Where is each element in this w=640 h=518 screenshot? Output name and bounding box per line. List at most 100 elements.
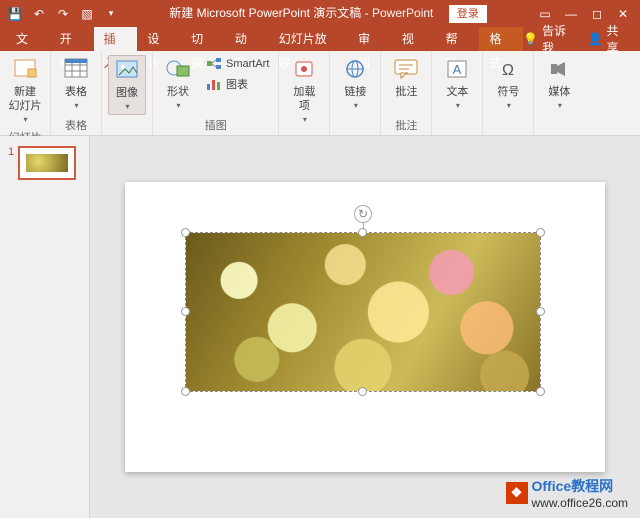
watermark-suffix: 教程网 — [571, 478, 613, 494]
resize-handle-bm[interactable] — [358, 387, 367, 396]
new-slide-button[interactable]: 新建 幻灯片 ▾ — [6, 55, 44, 127]
start-from-beginning-icon[interactable]: ▧ — [78, 5, 96, 23]
group-label-comments: 批注 — [395, 117, 417, 133]
close-icon[interactable]: ✕ — [614, 5, 632, 23]
group-addins: 加载 项 ▾ — [279, 51, 330, 135]
watermark: ❖ Office教程网 www.office26.com — [506, 476, 629, 510]
redo-icon[interactable]: ↷ — [54, 5, 72, 23]
resize-handle-tl[interactable] — [181, 228, 190, 237]
addins-icon — [290, 55, 318, 83]
comments-button[interactable]: 批注 — [387, 55, 425, 99]
tab-slideshow[interactable]: 幻灯片放映 — [269, 27, 348, 51]
app-name: PowerPoint — [372, 6, 433, 20]
chevron-down-icon: ▾ — [176, 99, 180, 113]
media-button[interactable]: 媒体 ▾ — [540, 55, 578, 113]
text-button[interactable]: A 文本 ▾ — [438, 55, 476, 113]
selected-picture[interactable] — [185, 232, 541, 392]
login-button[interactable]: 登录 — [449, 5, 487, 23]
tab-format[interactable]: 格式 — [479, 27, 523, 51]
slide-editor[interactable]: ❖ Office教程网 www.office26.com — [90, 136, 640, 518]
symbols-label: 符号 — [497, 85, 519, 99]
chart-icon — [206, 76, 222, 92]
tab-animations[interactable]: 动画 — [225, 27, 269, 51]
tab-transitions[interactable]: 切换 — [181, 27, 225, 51]
share-label: 共享 — [607, 22, 631, 56]
smartart-icon — [206, 56, 222, 72]
window-controls: ▭ — ◻ ✕ — [536, 5, 640, 23]
share-button[interactable]: 👤 共享 — [588, 22, 630, 56]
addins-label: 加载 项 — [293, 85, 315, 113]
symbols-button[interactable]: Ω 符号 ▾ — [489, 55, 527, 113]
tab-review[interactable]: 审阅 — [348, 27, 392, 51]
workspace: 1 ❖ Office教程网 — [0, 136, 640, 518]
tab-insert[interactable]: 插入 — [94, 27, 138, 51]
title-center: 新建 Microsoft PowerPoint 演示文稿 - PowerPoin… — [120, 4, 536, 23]
resize-handle-ml[interactable] — [181, 307, 190, 316]
resize-handle-bl[interactable] — [181, 387, 190, 396]
media-icon — [545, 55, 573, 83]
rotate-handle[interactable] — [354, 205, 372, 223]
picture-icon — [113, 56, 141, 84]
shapes-icon — [164, 55, 192, 83]
save-icon[interactable]: 💾 — [6, 5, 24, 23]
links-button[interactable]: 链接 ▾ — [336, 55, 374, 113]
group-tables: 表格 ▾ 表格 — [51, 51, 102, 135]
group-comments: 批注 批注 — [381, 51, 432, 135]
group-media: 媒体 ▾ — [534, 51, 584, 135]
tab-help[interactable]: 帮助 — [436, 27, 480, 51]
tab-file[interactable]: 文件 — [6, 27, 50, 51]
group-illustrations: 形状 ▾ SmartArt 图表 插图 — [153, 51, 279, 135]
shapes-button[interactable]: 形状 ▾ — [159, 55, 197, 113]
group-text: A 文本 ▾ — [432, 51, 483, 135]
chart-button[interactable]: 图表 — [203, 75, 272, 93]
chevron-down-icon: ▾ — [456, 99, 460, 113]
symbol-icon: Ω — [494, 55, 522, 83]
group-images: 图像 ▾ — [102, 51, 153, 135]
resize-handle-mr[interactable] — [536, 307, 545, 316]
chart-label: 图表 — [226, 76, 248, 92]
minimize-icon[interactable]: — — [562, 5, 580, 23]
tab-design[interactable]: 设计 — [137, 27, 181, 51]
resize-handle-tm[interactable] — [358, 228, 367, 237]
resize-handle-tr[interactable] — [536, 228, 545, 237]
resize-handle-br[interactable] — [536, 387, 545, 396]
chevron-down-icon: ▾ — [354, 99, 358, 113]
chevron-down-icon: ▾ — [303, 113, 307, 127]
smartart-button[interactable]: SmartArt — [203, 55, 272, 73]
qat-dropdown-icon[interactable]: ▾ — [102, 5, 120, 23]
table-label: 表格 — [65, 85, 87, 99]
ribbon-tabs: 文件 开始 插入 设计 切换 动画 幻灯片放映 审阅 视图 帮助 格式 💡 告诉… — [0, 27, 640, 51]
group-label-images — [125, 121, 128, 133]
group-links: 链接 ▾ — [330, 51, 381, 135]
document-name: 新建 Microsoft PowerPoint 演示文稿 — [169, 6, 361, 20]
comment-icon — [392, 55, 420, 83]
group-label-tables: 表格 — [65, 117, 87, 133]
table-button[interactable]: 表格 ▾ — [57, 55, 95, 113]
links-label: 链接 — [344, 85, 366, 99]
thumbnail-preview[interactable] — [18, 146, 76, 180]
slide-number: 1 — [8, 146, 14, 180]
group-slides: 新建 幻灯片 ▾ 幻灯片 — [0, 51, 51, 135]
share-icon: 👤 — [588, 32, 603, 46]
table-icon — [62, 55, 90, 83]
maximize-icon[interactable]: ◻ — [588, 5, 606, 23]
addins-button[interactable]: 加载 项 ▾ — [285, 55, 323, 127]
chevron-down-icon: ▾ — [558, 99, 562, 113]
thumbnail-slide-1[interactable]: 1 — [8, 146, 81, 180]
svg-text:Ω: Ω — [502, 62, 514, 79]
group-symbols: Ω 符号 ▾ — [483, 51, 534, 135]
images-button[interactable]: 图像 ▾ — [108, 55, 146, 115]
lightbulb-icon: 💡 — [523, 32, 538, 46]
chevron-down-icon: ▾ — [74, 99, 78, 113]
smartart-label: SmartArt — [226, 58, 269, 70]
text-label: 文本 — [446, 85, 468, 99]
tab-home[interactable]: 开始 — [50, 27, 94, 51]
chevron-down-icon: ▾ — [23, 113, 27, 127]
ribbon-options-icon[interactable]: ▭ — [536, 5, 554, 23]
slide-canvas[interactable] — [125, 182, 605, 472]
chevron-down-icon: ▾ — [507, 99, 511, 113]
tab-view[interactable]: 视图 — [392, 27, 436, 51]
thumbnail-pane[interactable]: 1 — [0, 136, 90, 518]
new-slide-icon — [11, 55, 39, 83]
undo-icon[interactable]: ↶ — [30, 5, 48, 23]
